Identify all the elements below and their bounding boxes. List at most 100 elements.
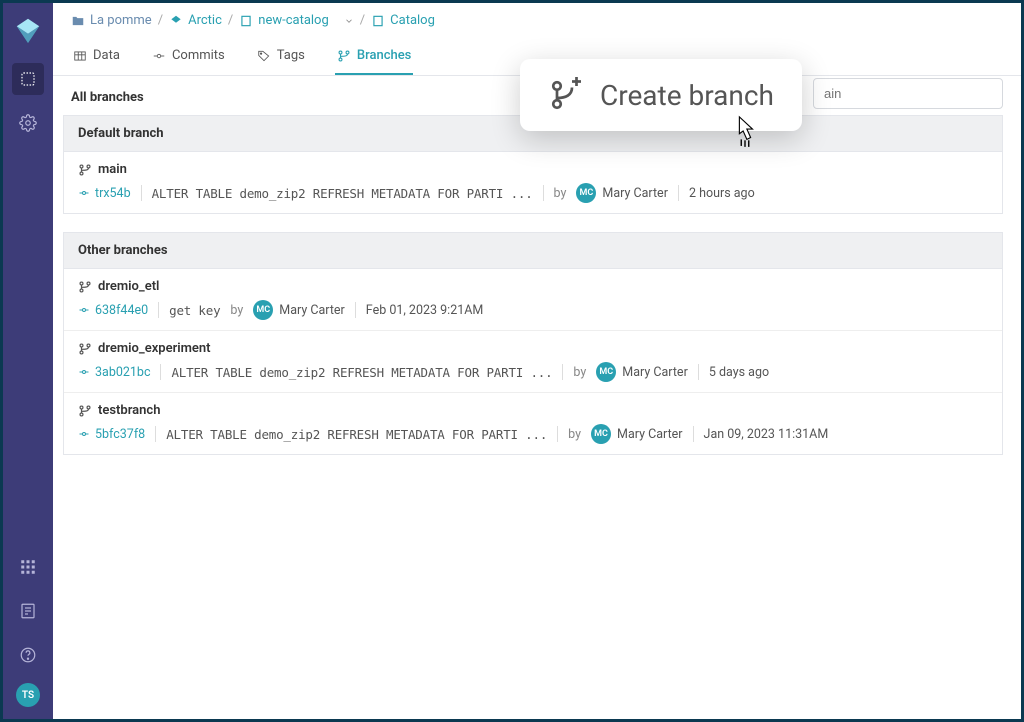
branch-icon — [78, 163, 92, 177]
commit-hash-link[interactable]: trx54b — [78, 186, 131, 201]
author-name: Mary Carter — [617, 427, 683, 442]
divider — [141, 185, 142, 201]
commit-icon — [78, 428, 90, 440]
breadcrumb-catalog-name[interactable]: new-catalog — [239, 13, 354, 28]
by-label: by — [568, 427, 581, 442]
commit-hash: 638f44e0 — [95, 303, 148, 318]
branch-icon — [78, 404, 92, 418]
default-branch-list: main trx54b ALTER TABLE demo_zip2 REFRES… — [63, 152, 1003, 214]
divider — [158, 302, 159, 318]
tab-commits[interactable]: Commits — [150, 38, 227, 75]
tab-data-label: Data — [93, 48, 120, 63]
author-name: Mary Carter — [622, 365, 688, 380]
apps-icon[interactable] — [12, 551, 44, 583]
branches-content: All branches Default branch main trx54b … — [53, 76, 1021, 455]
branch-row[interactable]: dremio_etl 638f44e0 get key by MC Mary C… — [64, 269, 1002, 330]
commit-icon — [152, 49, 166, 63]
commit-hash-link[interactable]: 3ab021bc — [78, 365, 150, 380]
commit-time: Feb 01, 2023 9:21AM — [366, 303, 484, 318]
divider — [698, 364, 699, 380]
sidebar: TS — [3, 3, 53, 719]
folder-icon — [71, 14, 85, 28]
divider — [557, 426, 558, 442]
other-branches-list: dremio_etl 638f44e0 get key by MC Mary C… — [63, 269, 1003, 455]
branch-icon — [78, 280, 92, 294]
author-avatar: MC — [253, 300, 273, 320]
commit-time: 5 days ago — [709, 365, 769, 380]
commit-hash-link[interactable]: 5bfc37f8 — [78, 427, 145, 442]
author-name: Mary Carter — [602, 186, 668, 201]
commit-author: MC Mary Carter — [253, 300, 345, 320]
settings-icon[interactable] — [12, 107, 44, 139]
branch-icon — [337, 49, 351, 63]
divider — [678, 185, 679, 201]
branch-name: dremio_etl — [98, 279, 159, 294]
by-label: by — [554, 186, 567, 201]
commit-time: 2 hours ago — [689, 186, 755, 201]
commit-icon — [78, 187, 90, 199]
branch-row[interactable]: testbranch 5bfc37f8 ALTER TABLE demo_zip… — [64, 392, 1002, 454]
commit-hash-link[interactable]: 638f44e0 — [78, 303, 148, 318]
search-container — [813, 78, 1003, 109]
divider — [355, 302, 356, 318]
docs-icon[interactable] — [12, 595, 44, 627]
book-icon — [371, 14, 385, 28]
breadcrumb: La pomme / Arctic / new-catalog / Catalo… — [53, 3, 1021, 38]
commit-message: ALTER TABLE demo_zip2 REFRESH METADATA F… — [152, 186, 533, 201]
divider — [562, 364, 563, 380]
commit-author: MC Mary Carter — [576, 183, 668, 203]
by-label: by — [573, 365, 586, 380]
tab-branches[interactable]: Branches — [335, 38, 413, 75]
other-branches-header: Other branches — [63, 232, 1003, 269]
breadcrumb-root-label: La pomme — [90, 13, 152, 28]
breadcrumb-separator: / — [158, 13, 163, 28]
divider — [160, 364, 161, 380]
user-avatar[interactable]: TS — [16, 683, 40, 707]
commit-icon — [78, 366, 90, 378]
arctic-icon — [169, 14, 183, 28]
branch-plus-icon — [548, 77, 584, 113]
divider — [543, 185, 544, 201]
tab-commits-label: Commits — [172, 48, 225, 63]
breadcrumb-catalog-label: Catalog — [390, 13, 435, 28]
breadcrumb-arctic[interactable]: Arctic — [169, 13, 222, 28]
book-icon — [239, 14, 253, 28]
chevron-down-icon — [344, 16, 354, 26]
branch-name: main — [98, 162, 127, 177]
breadcrumb-catalog-name-label: new-catalog — [258, 13, 329, 28]
logo-icon — [13, 15, 43, 45]
author-name: Mary Carter — [279, 303, 345, 318]
cursor-icon — [730, 115, 760, 149]
branch-name: testbranch — [98, 403, 160, 418]
commit-time: Jan 09, 2023 11:31AM — [704, 427, 829, 442]
breadcrumb-catalog[interactable]: Catalog — [371, 13, 435, 28]
commit-author: MC Mary Carter — [596, 362, 688, 382]
commit-author: MC Mary Carter — [591, 424, 683, 444]
create-branch-label: Create branch — [600, 79, 774, 112]
commit-hash: 3ab021bc — [95, 365, 150, 380]
tab-data[interactable]: Data — [71, 38, 122, 75]
tab-tags[interactable]: Tags — [255, 38, 307, 75]
author-avatar: MC — [591, 424, 611, 444]
divider — [693, 426, 694, 442]
branch-icon — [78, 342, 92, 356]
by-label: by — [230, 303, 243, 318]
branch-row[interactable]: main trx54b ALTER TABLE demo_zip2 REFRES… — [64, 152, 1002, 213]
commit-icon — [78, 304, 90, 316]
tab-branches-label: Branches — [357, 48, 411, 63]
author-avatar: MC — [576, 183, 596, 203]
branch-row[interactable]: dremio_experiment 3ab021bc ALTER TABLE d… — [64, 330, 1002, 392]
author-avatar: MC — [596, 362, 616, 382]
commit-message: ALTER TABLE demo_zip2 REFRESH METADATA F… — [171, 365, 552, 380]
tab-tags-label: Tags — [277, 48, 305, 63]
help-icon[interactable] — [12, 639, 44, 671]
commit-hash: 5bfc37f8 — [95, 427, 145, 442]
breadcrumb-arctic-label: Arctic — [188, 13, 222, 28]
branch-name: dremio_experiment — [98, 341, 211, 356]
commit-message: get key — [169, 303, 220, 318]
search-input[interactable] — [813, 78, 1003, 109]
nav-datasets-icon[interactable] — [12, 63, 44, 95]
breadcrumb-root[interactable]: La pomme — [71, 13, 152, 28]
breadcrumb-separator: / — [360, 13, 365, 28]
tag-icon — [257, 49, 271, 63]
